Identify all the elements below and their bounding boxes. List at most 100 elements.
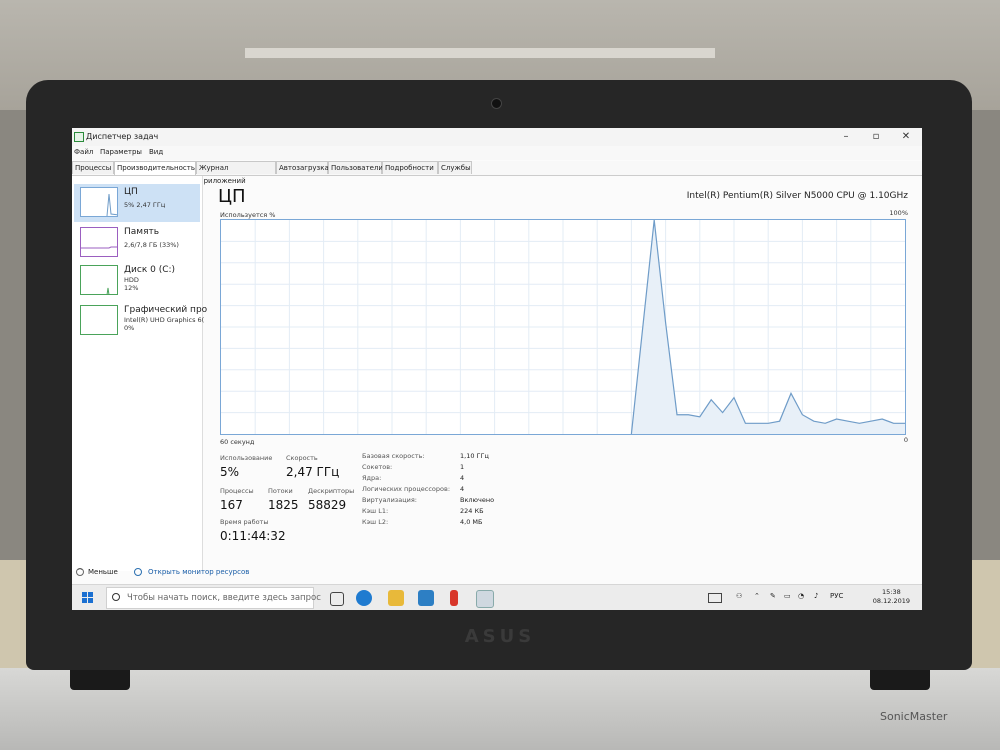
sidebar-item-memory[interactable]: Память 2,6/7,8 ГБ (33%) <box>74 224 200 262</box>
info-label: Виртуализация: <box>362 496 417 504</box>
sidebar-item-detail: 5% 2,47 ГГц <box>124 201 166 209</box>
taskbar: Чтобы начать поиск, введите здесь запрос… <box>72 584 922 610</box>
sidebar-item-disk[interactable]: Диск 0 (C:) HDD 12% <box>74 262 200 300</box>
sidebar-item-cpu[interactable]: ЦП 5% 2,47 ГГц <box>74 184 200 222</box>
office-icon[interactable] <box>450 590 458 606</box>
task-view-icon[interactable] <box>330 592 344 606</box>
gpu-thumbnail-graph <box>80 305 118 335</box>
task-manager-icon <box>74 132 84 142</box>
tab-details[interactable]: Подробности <box>382 161 438 174</box>
info-label: Базовая скорость: <box>362 452 425 460</box>
open-resource-monitor-link[interactable]: Открыть монитор ресурсов <box>148 568 249 576</box>
info-label: Кэш L2: <box>362 518 389 526</box>
tab-bar: Процессы Производительность Журнал прило… <box>72 161 922 185</box>
keyboard-icon[interactable] <box>708 593 722 603</box>
taskbar-search-box[interactable]: Чтобы начать поиск, введите здесь запрос <box>106 587 321 609</box>
cpu-usage-chart <box>220 219 906 435</box>
title-bar: Диспетчер задач – ▫ ✕ <box>72 128 922 146</box>
start-button[interactable] <box>82 592 94 604</box>
info-label: Логических процессоров: <box>362 485 451 493</box>
tab-services[interactable]: Службы <box>438 161 472 174</box>
webcam <box>491 98 502 109</box>
sidebar-item-detail: 2,6/7,8 ГБ (33%) <box>124 241 179 249</box>
chart-x-label: 60 секунд <box>220 438 255 446</box>
cpu-model-name: Intel(R) Pentium(R) Silver N5000 CPU @ 1… <box>686 191 908 201</box>
info-value: 4 <box>460 474 465 482</box>
speed-value: 2,47 ГГц <box>286 465 340 479</box>
store-icon[interactable] <box>418 590 434 606</box>
uptime-label: Время работы <box>220 518 269 526</box>
sidebar-item-label: Графический про <box>124 305 208 315</box>
menu-options[interactable]: Параметры <box>100 148 142 156</box>
pen-icon[interactable]: ✎ <box>770 592 776 600</box>
sidebar-item-label: ЦП <box>124 187 138 197</box>
resource-sidebar: ЦП 5% 2,47 ГГц Память 2,6/7,8 ГБ (33%) Д… <box>72 176 207 571</box>
threads-value: 1825 <box>268 498 299 512</box>
info-value: 4,0 МБ <box>460 518 483 526</box>
info-value: 1 <box>460 463 465 471</box>
volume-icon[interactable]: ♪ <box>814 592 818 600</box>
battery-icon[interactable]: ▭ <box>784 592 791 600</box>
info-value: 224 КБ <box>460 507 484 515</box>
close-button[interactable]: ✕ <box>892 129 920 145</box>
sidebar-item-detail: 0% <box>124 324 135 332</box>
sidebar-item-label: Память <box>124 227 160 237</box>
page-title: ЦП <box>218 186 246 207</box>
language-indicator[interactable]: РУС <box>830 592 843 600</box>
tab-users[interactable]: Пользователи <box>328 161 383 174</box>
performance-pane: ЦП Intel(R) Pentium(R) Silver N5000 CPU … <box>204 176 922 571</box>
file-explorer-icon[interactable] <box>388 590 404 606</box>
tab-processes[interactable]: Процессы <box>72 161 114 174</box>
maximize-button[interactable]: ▫ <box>862 129 890 145</box>
clock-date: 08.12.2019 <box>872 597 910 605</box>
handles-label: Дескрипторы <box>308 487 355 495</box>
sidebar-item-detail: HDD <box>124 276 139 284</box>
sidebar-item-detail: 12% <box>124 284 139 292</box>
sidebar-item-gpu[interactable]: Графический про Intel(R) UHD Graphics 6(… <box>74 302 207 340</box>
search-placeholder: Чтобы начать поиск, введите здесь запрос <box>127 593 321 603</box>
task-manager-taskbar-icon[interactable] <box>476 590 494 608</box>
usage-label: Использование <box>220 454 273 462</box>
tab-startup[interactable]: Автозагрузка <box>276 161 329 174</box>
footer-bar: ^ Меньше Открыть монитор ресурсов <box>72 564 922 582</box>
people-icon[interactable]: ⚇ <box>736 592 742 600</box>
tab-app-history[interactable]: Журнал приложений <box>196 161 276 185</box>
speed-label: Скорость <box>286 454 318 462</box>
minimize-button[interactable]: – <box>832 129 860 145</box>
menu-view[interactable]: Вид <box>149 148 163 156</box>
clock-time: 15:38 <box>882 588 901 596</box>
chart-y-label: Используется % <box>220 211 276 219</box>
memory-thumbnail-graph <box>80 227 118 257</box>
usage-value: 5% <box>220 465 240 479</box>
cpu-thumbnail-graph <box>80 187 118 217</box>
menu-file[interactable]: Файл <box>74 148 93 156</box>
laptop-brand-logo: ASUS <box>464 626 536 647</box>
resource-monitor-icon <box>134 568 142 576</box>
info-label: Сокетов: <box>362 463 393 471</box>
threads-label: Потоки <box>268 487 293 495</box>
processes-value: 167 <box>220 498 243 512</box>
window-title: Диспетчер задач <box>86 132 159 141</box>
cpu-usage-svg <box>221 220 905 434</box>
uptime-value: 0:11:44:32 <box>220 529 286 543</box>
processes-label: Процессы <box>220 487 254 495</box>
search-icon <box>112 593 120 601</box>
chart-x-min: 0 <box>903 436 908 444</box>
background-shelf <box>245 48 715 58</box>
notification-chevron-icon[interactable]: ⌃ <box>754 592 760 600</box>
tab-performance[interactable]: Производительность <box>114 161 196 175</box>
sonicmaster-badge: SonicMaster <box>880 710 948 723</box>
chevron-up-icon[interactable]: ^ <box>76 568 84 576</box>
chart-y-max: 100% <box>889 209 908 217</box>
info-value: 1,10 ГГц <box>460 452 489 460</box>
info-label: Ядра: <box>362 474 382 482</box>
info-label: Кэш L1: <box>362 507 389 515</box>
info-value: Включено <box>460 496 495 504</box>
info-value: 4 <box>460 485 465 493</box>
edge-browser-icon[interactable] <box>356 590 372 606</box>
network-icon[interactable]: ◔ <box>798 592 804 600</box>
clock[interactable]: 15:38 08.12.2019 <box>873 588 910 606</box>
fewer-details-link[interactable]: Меньше <box>88 568 118 576</box>
sidebar-item-detail: Intel(R) UHD Graphics 6( <box>124 316 205 324</box>
handles-value: 58829 <box>308 498 347 512</box>
